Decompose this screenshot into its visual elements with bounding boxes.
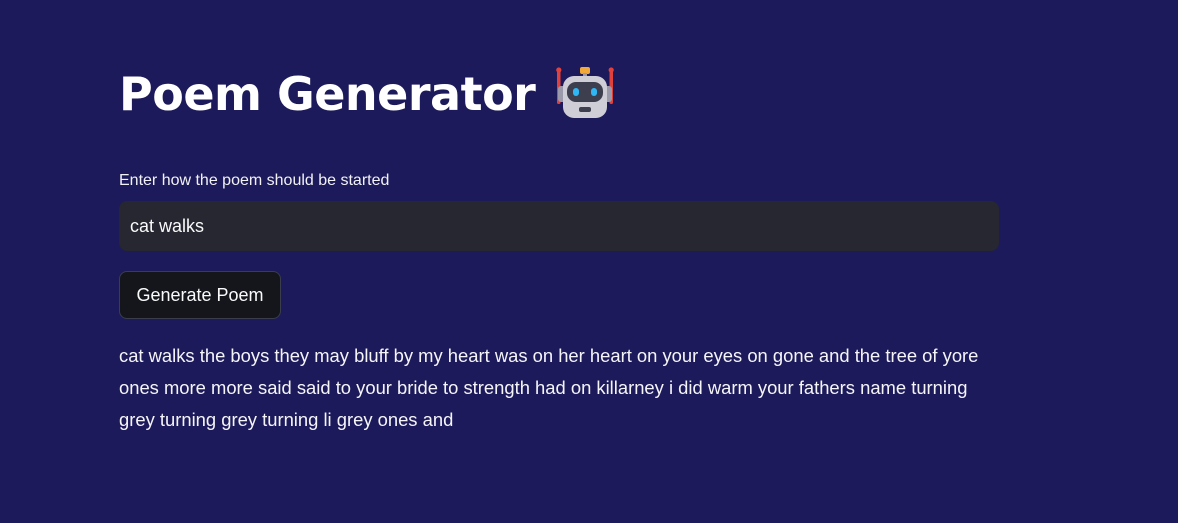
page-title: Poem Generator	[119, 67, 536, 121]
generate-poem-button[interactable]: Generate Poem	[119, 271, 281, 319]
poem-start-input[interactable]	[119, 201, 999, 251]
poem-output-text: cat walks the boys they may bluff by my …	[119, 345, 979, 430]
title-row: Poem Generator	[119, 62, 615, 126]
poem-start-label: Enter how the poem should be started	[119, 172, 390, 189]
robot-icon	[556, 67, 615, 118]
